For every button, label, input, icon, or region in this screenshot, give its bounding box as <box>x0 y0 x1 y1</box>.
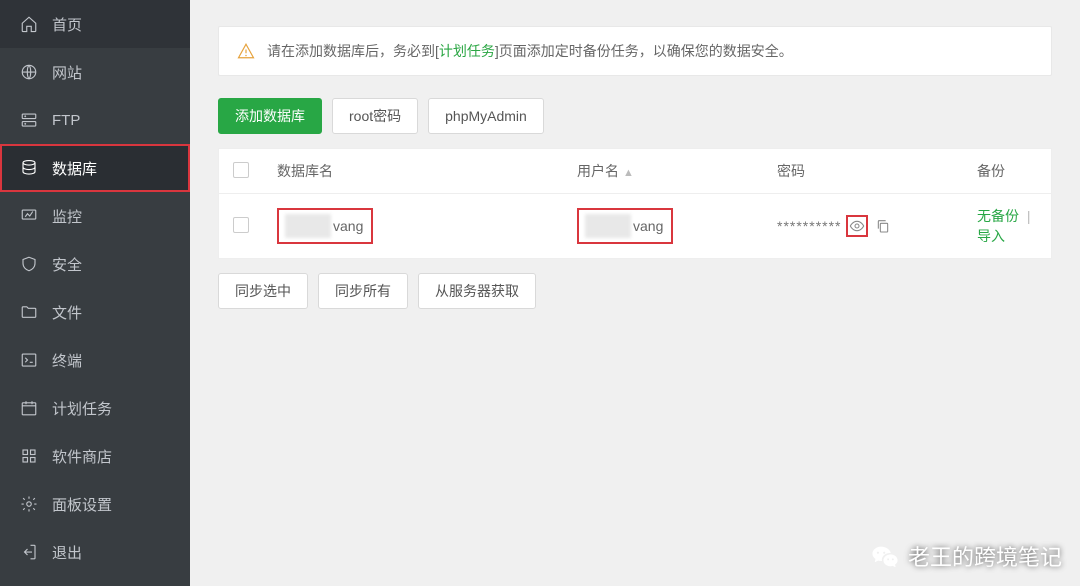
home-icon <box>20 15 38 33</box>
terminal-icon <box>20 351 38 369</box>
sidebar-item-label: FTP <box>52 112 80 129</box>
header-backup: 备份 <box>963 149 1052 194</box>
sidebar-item-database[interactable]: 数据库 <box>0 144 190 192</box>
header-password: 密码 <box>763 149 963 194</box>
sidebar-item-label: 面板设置 <box>52 494 112 515</box>
root-password-button[interactable]: root密码 <box>332 98 418 134</box>
password-cell: ********** <box>777 216 893 236</box>
no-backup-link[interactable]: 无备份 <box>977 208 1019 224</box>
sidebar-item-label: 文件 <box>52 302 82 323</box>
sync-selected-button[interactable]: 同步选中 <box>218 273 308 309</box>
schedule-icon <box>20 399 38 417</box>
toolbar: 添加数据库 root密码 phpMyAdmin <box>218 98 1052 134</box>
sidebar-item-schedule[interactable]: 计划任务 <box>0 384 190 432</box>
sidebar-item-security[interactable]: 安全 <box>0 240 190 288</box>
sidebar-item-settings[interactable]: 面板设置 <box>0 480 190 528</box>
password-masked: ********** <box>777 218 841 234</box>
sidebar-item-label: 首页 <box>52 14 82 35</box>
username-cell[interactable]: vang <box>577 208 673 244</box>
globe-icon <box>20 63 38 81</box>
sidebar-item-label: 安全 <box>52 254 82 275</box>
sidebar-item-software[interactable]: 软件商店 <box>0 432 190 480</box>
row-checkbox[interactable] <box>233 217 249 233</box>
folder-icon <box>20 303 38 321</box>
backup-cell: 无备份 | 导入 <box>977 208 1035 244</box>
blurred-text <box>585 214 631 238</box>
shield-icon <box>20 255 38 273</box>
header-username[interactable]: 用户名▲ <box>563 149 763 194</box>
copy-icon[interactable] <box>873 216 893 236</box>
backup-warning-alert: 请在添加数据库后，务必到[计划任务]页面添加定时备份任务，以确保您的数据安全。 <box>218 26 1052 76</box>
sort-asc-icon: ▲ <box>623 167 634 179</box>
db-name-suffix: vang <box>333 218 363 234</box>
apps-icon <box>20 447 38 465</box>
sidebar-item-ftp[interactable]: FTP <box>0 96 190 144</box>
add-database-button[interactable]: 添加数据库 <box>218 98 322 134</box>
sidebar-item-label: 软件商店 <box>52 446 112 467</box>
gear-icon <box>20 495 38 513</box>
alert-prefix: 请在添加数据库后，务必到[ <box>267 43 439 59</box>
monitor-icon <box>20 207 38 225</box>
sidebar: 首页 网站 FTP 数据库 监控 安全 文件 <box>0 0 190 586</box>
sidebar-item-home[interactable]: 首页 <box>0 0 190 48</box>
phpmyadmin-button[interactable]: phpMyAdmin <box>428 98 544 134</box>
alert-suffix: ]页面添加定时备份任务，以确保您的数据安全。 <box>495 43 793 59</box>
database-icon <box>20 159 38 177</box>
sidebar-item-files[interactable]: 文件 <box>0 288 190 336</box>
database-table: 数据库名 用户名▲ 密码 备份 vang <box>218 148 1052 259</box>
sidebar-item-label: 计划任务 <box>52 398 112 419</box>
header-db-name[interactable]: 数据库名 <box>263 149 563 194</box>
sidebar-item-label: 数据库 <box>52 158 97 179</box>
sidebar-item-label: 监控 <box>52 206 82 227</box>
sidebar-item-label: 退出 <box>52 542 82 563</box>
blurred-text <box>285 214 331 238</box>
eye-icon[interactable] <box>847 216 867 236</box>
separator: | <box>1027 208 1031 224</box>
logout-icon <box>20 543 38 561</box>
fetch-from-server-button[interactable]: 从服务器获取 <box>418 273 536 309</box>
username-suffix: vang <box>633 218 663 234</box>
table-row: vang vang ********** <box>219 194 1052 259</box>
sidebar-item-website[interactable]: 网站 <box>0 48 190 96</box>
sidebar-item-terminal[interactable]: 终端 <box>0 336 190 384</box>
import-link[interactable]: 导入 <box>977 228 1005 244</box>
ftp-icon <box>20 111 38 129</box>
select-all-checkbox[interactable] <box>233 162 249 178</box>
alert-link[interactable]: 计划任务 <box>439 43 495 59</box>
sync-all-button[interactable]: 同步所有 <box>318 273 408 309</box>
alert-text: 请在添加数据库后，务必到[计划任务]页面添加定时备份任务，以确保您的数据安全。 <box>267 41 793 61</box>
main-content: 请在添加数据库后，务必到[计划任务]页面添加定时备份任务，以确保您的数据安全。 … <box>190 0 1080 586</box>
sidebar-item-monitor[interactable]: 监控 <box>0 192 190 240</box>
warning-icon <box>237 42 255 60</box>
sidebar-item-label: 网站 <box>52 62 82 83</box>
below-actions: 同步选中 同步所有 从服务器获取 <box>218 273 1052 309</box>
db-name-cell[interactable]: vang <box>277 208 373 244</box>
sidebar-item-logout[interactable]: 退出 <box>0 528 190 576</box>
sidebar-item-label: 终端 <box>52 350 82 371</box>
